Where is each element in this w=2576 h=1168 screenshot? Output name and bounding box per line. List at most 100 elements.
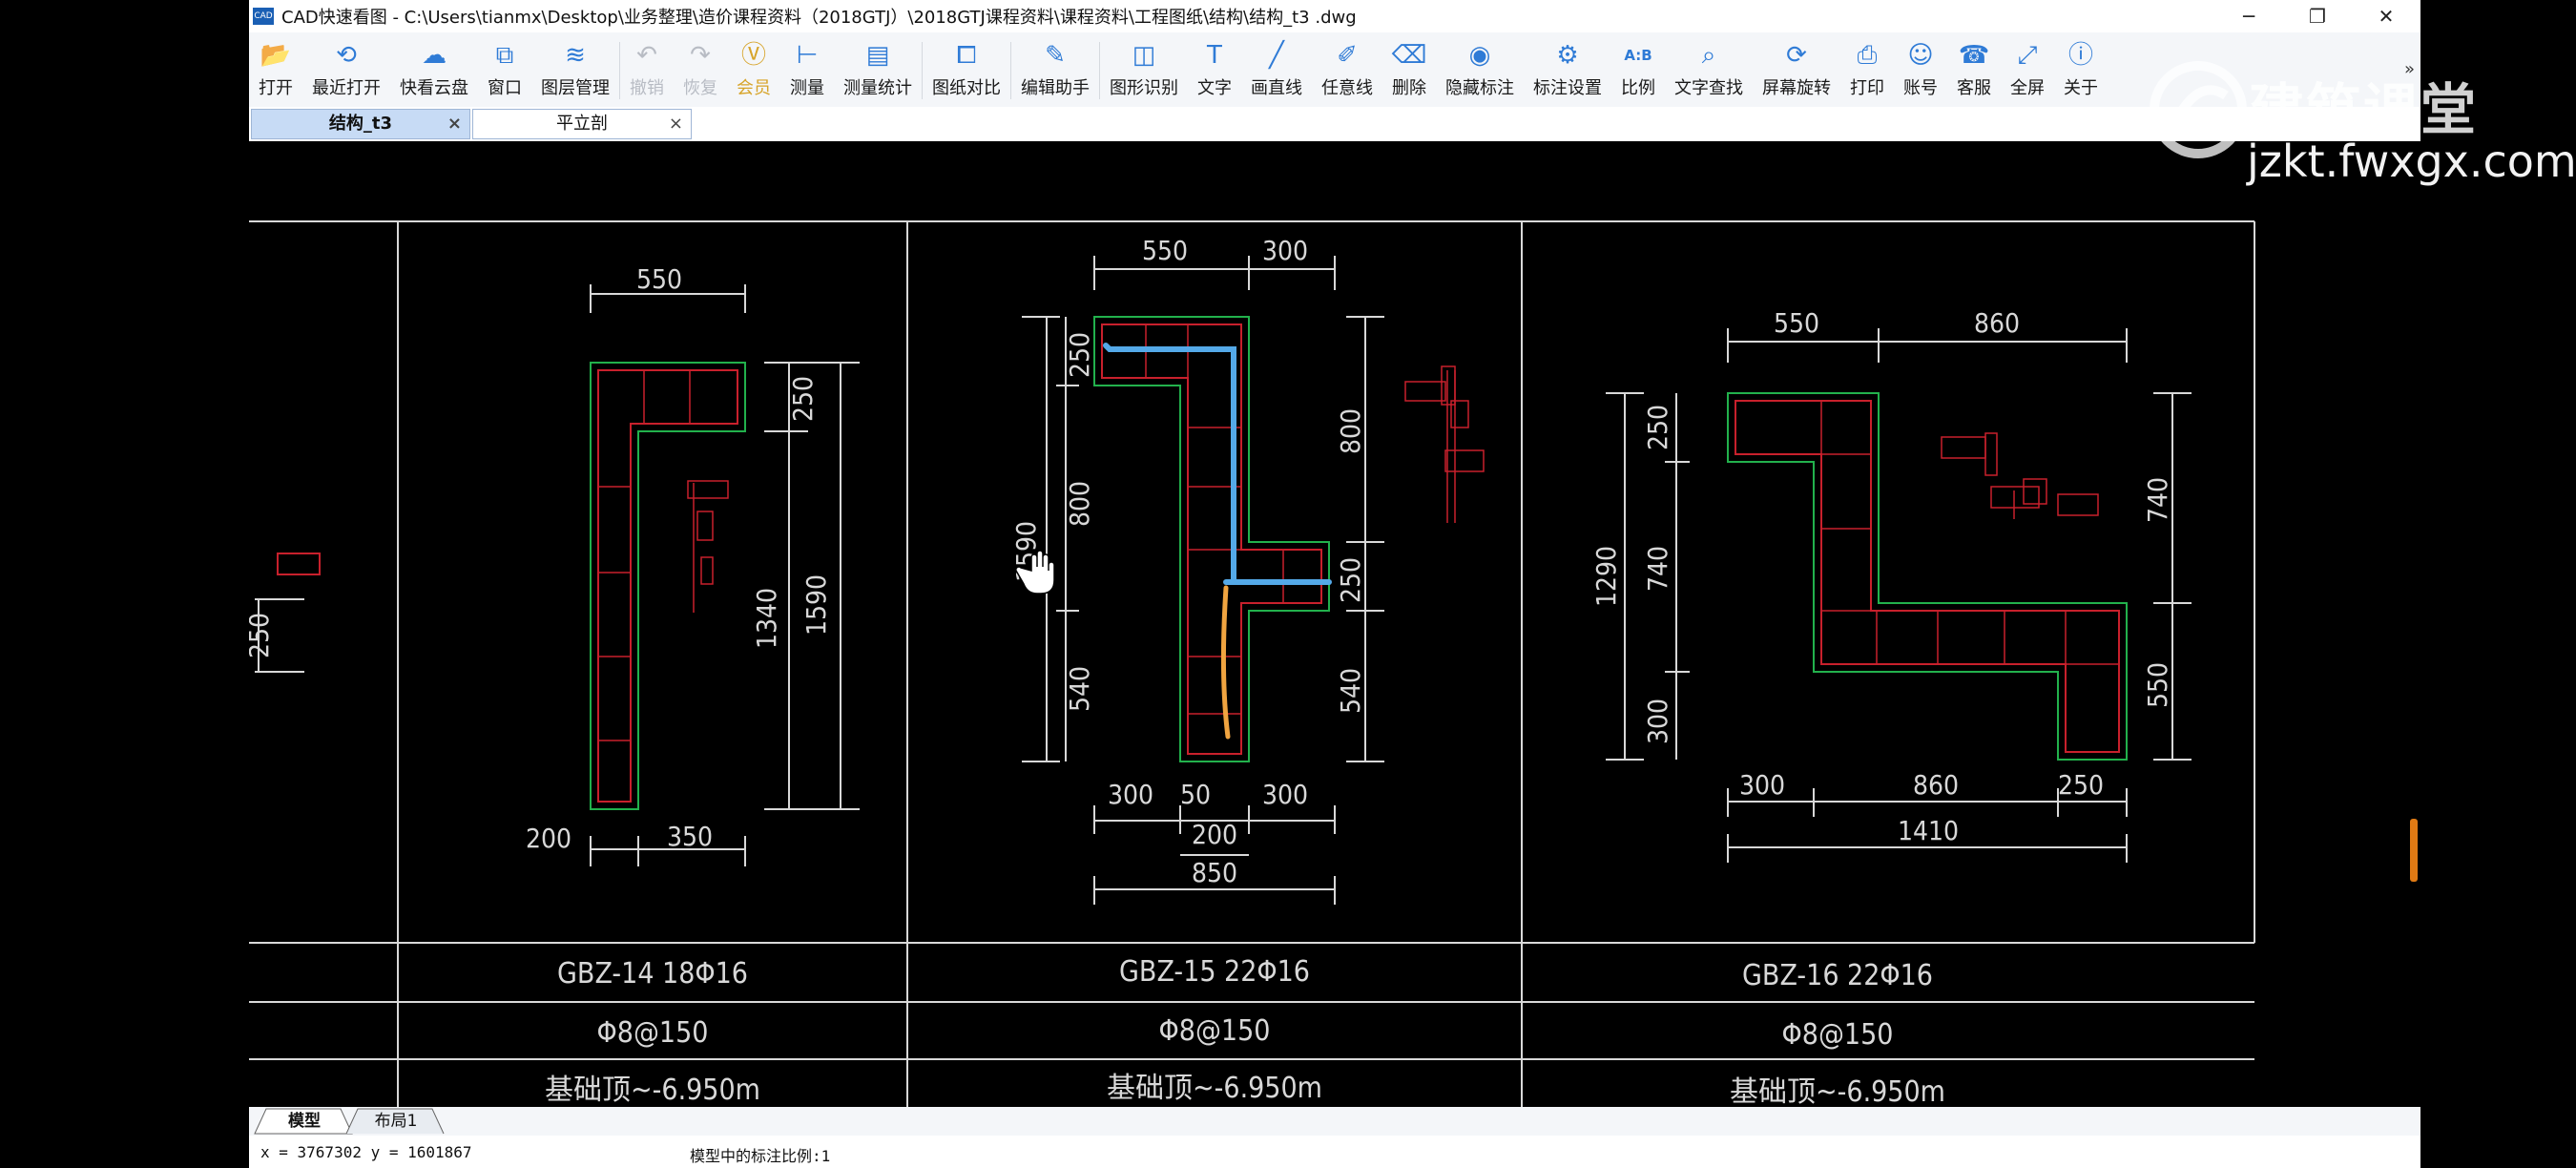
dim-label: 540 — [1064, 666, 1095, 712]
toolbar-button-folder[interactable]: 📂 打开 — [249, 32, 302, 107]
toolbar-button-vip[interactable]: Ⓥ 会员 — [727, 32, 780, 107]
layout-tab-bar: 模型 布局1 — [249, 1107, 2420, 1136]
edit-assistant-icon: ✎ — [1045, 41, 1066, 70]
dim-label: 300 — [1642, 699, 1673, 744]
vip-icon: Ⓥ — [740, 41, 766, 70]
annotation-settings-icon: ⚙ — [1556, 41, 1579, 70]
dim-label: 1410 — [1898, 815, 1959, 846]
toolbar-label: 测量 — [790, 78, 824, 98]
toolbar-button-measure[interactable]: ⊢ 测量 — [780, 32, 834, 107]
window-icon: ⧉ — [495, 41, 514, 70]
tab-close-icon[interactable]: × — [669, 110, 683, 138]
section-gbz-16: 550 860 1290 250 740 300 740 550 300 860… — [1590, 307, 2192, 1107]
tab-jiegou-t3[interactable]: 结构_t3 × — [251, 109, 470, 139]
toolbar-button-rotate[interactable]: ⟳ 屏幕旋转 — [1753, 32, 1840, 107]
toolbar-button-support[interactable]: ☎ 客服 — [1947, 32, 2001, 107]
dim-label: 250 — [249, 613, 275, 658]
toolbar-button-measure-stats[interactable]: ▤ 测量统计 — [834, 32, 922, 107]
toolbar-label: 比例 — [1621, 78, 1655, 98]
toolbar-button-eraser[interactable]: ⌫ 删除 — [1382, 32, 1436, 107]
dim-label: 300 — [1739, 769, 1785, 801]
dim-label: 250 — [2058, 769, 2104, 801]
toolbar-button-cloud[interactable]: ☁ 快看云盘 — [390, 32, 478, 107]
stirrup-spec: Φ8@150 — [1782, 1018, 1894, 1052]
measure-icon: ⊢ — [796, 41, 819, 70]
watermark-logo-icon — [2150, 61, 2247, 158]
account-icon: ☺ — [1907, 41, 1934, 70]
window-title: CAD快速看图 - C:\Users\tianmx\Desktop\业务整理\造… — [281, 8, 1357, 28]
dim-label: 300 — [1262, 779, 1308, 810]
scroll-indicator[interactable] — [2410, 819, 2418, 882]
toolbar-button-about[interactable]: ⓘ 关于 — [2054, 32, 2108, 107]
toolbar-label: 测量统计 — [843, 78, 912, 98]
dim-label: 250 — [1335, 557, 1366, 603]
fullscreen-icon: ⤢ — [2017, 41, 2038, 70]
redo-icon: ↷ — [690, 41, 711, 70]
dim-label: 250 — [1064, 332, 1095, 378]
toolbar-label: 画直线 — [1251, 78, 1302, 98]
toolbar-button-account[interactable]: ☺ 账号 — [1894, 32, 1947, 107]
highlight-line-blue — [1103, 343, 1236, 585]
toolbar-button-undo[interactable]: ↶ 撤销 — [620, 32, 674, 107]
toolbar-button-fullscreen[interactable]: ⤢ 全屏 — [2001, 32, 2054, 107]
toolbar-label: 全屏 — [2010, 78, 2045, 98]
toolbar-label: 图纸对比 — [932, 78, 1001, 98]
toolbar-label: 标注设置 — [1533, 78, 1602, 98]
tab-label: 平立剖 — [556, 114, 608, 134]
toolbar-label: 文字查找 — [1674, 78, 1743, 98]
drawing-canvas[interactable]: 250 550 250 1340 1590 200 350 GBZ-14 18Φ… — [249, 141, 2420, 1107]
toolbar-button-window[interactable]: ⧉ 窗口 — [478, 32, 531, 107]
dim-label: 740 — [2142, 477, 2173, 523]
dim-label: 550 — [2142, 662, 2173, 708]
tab-close-icon[interactable]: × — [447, 110, 462, 138]
toolbar-button-compare[interactable]: ⧠ 图纸对比 — [923, 32, 1010, 107]
toolbar-button-history[interactable]: ⟲ 最近打开 — [302, 32, 390, 107]
tab-pinglipou[interactable]: 平立剖 × — [472, 109, 692, 139]
toolbar-label: 账号 — [1903, 78, 1938, 98]
app-logo-icon: CAD — [253, 8, 274, 25]
dim-label: 740 — [1642, 546, 1673, 592]
toolbar-button-scale[interactable]: A:B 比例 — [1611, 32, 1665, 107]
support-icon: ☎ — [1958, 41, 1990, 70]
cursor-coordinates: x = 3767302 y = 1601867 — [260, 1143, 472, 1161]
restore-button[interactable]: ❐ — [2283, 0, 2352, 32]
toolbar-button-layers[interactable]: ≋ 图层管理 — [531, 32, 619, 107]
dim-label: 1590 — [800, 574, 832, 636]
toolbar-button-redo[interactable]: ↷ 恢复 — [674, 32, 727, 107]
dim-label: 550 — [636, 263, 682, 295]
section-gbz-15: 550 300 1590 250 800 540 800 250 540 300… — [1010, 235, 1485, 1105]
toolbar-button-line[interactable]: ╱ 画直线 — [1241, 32, 1312, 107]
toolbar-label: 撤销 — [630, 78, 664, 98]
toolbar-button-text[interactable]: T 文字 — [1188, 32, 1241, 107]
toolbar-label: 编辑助手 — [1021, 78, 1090, 98]
partial-section-left: 250 — [249, 553, 321, 673]
toolbar-button-text-search[interactable]: ⌕ 文字查找 — [1665, 32, 1753, 107]
scale-icon: A:B — [1624, 47, 1652, 64]
dim-label: 250 — [1642, 405, 1673, 450]
toolbar-button-shape-recognize[interactable]: ◫ 图形识别 — [1100, 32, 1188, 107]
toolbar-button-hide-annotation[interactable]: ◉ 隐藏标注 — [1436, 32, 1524, 107]
toolbar-label: 恢复 — [683, 78, 717, 98]
toolbar-button-print[interactable]: ⎙ 打印 — [1840, 32, 1894, 107]
title-bar: CAD CAD快速看图 - C:\Users\tianmx\Desktop\业务… — [249, 0, 2420, 32]
cad-drawing[interactable]: 250 550 250 1340 1590 200 350 GBZ-14 18Φ… — [249, 141, 2420, 1107]
minimize-button[interactable]: ─ — [2214, 0, 2283, 32]
section-gbz-14: 550 250 1340 1590 200 350 GBZ-14 18Φ16 Φ… — [526, 263, 860, 1107]
toolbar-label: 图层管理 — [541, 78, 610, 98]
dim-label: 550 — [1774, 307, 1819, 339]
dim-label: 250 — [787, 376, 819, 422]
toolbar-button-annotation-settings[interactable]: ⚙ 标注设置 — [1524, 32, 1611, 107]
layout-tab-model[interactable]: 模型 — [266, 1109, 343, 1134]
close-window-button[interactable]: ✕ — [2352, 0, 2420, 32]
toolbar-label: 打印 — [1850, 78, 1884, 98]
freehand-icon: ✐ — [1337, 41, 1358, 70]
elevation-range: 基础顶~-6.950m — [545, 1074, 760, 1107]
shape-recognize-icon: ◫ — [1132, 41, 1156, 70]
layout-tab-layout1[interactable]: 布局1 — [358, 1109, 434, 1134]
elevation-range: 基础顶~-6.950m — [1730, 1075, 1945, 1107]
toolbar-button-freehand[interactable]: ✐ 任意线 — [1312, 32, 1382, 107]
dim-label: 540 — [1335, 668, 1366, 714]
toolbar-label: 会员 — [737, 78, 771, 98]
toolbar-button-edit-assistant[interactable]: ✎ 编辑助手 — [1011, 32, 1099, 107]
toolbar-label: 屏幕旋转 — [1762, 78, 1831, 98]
